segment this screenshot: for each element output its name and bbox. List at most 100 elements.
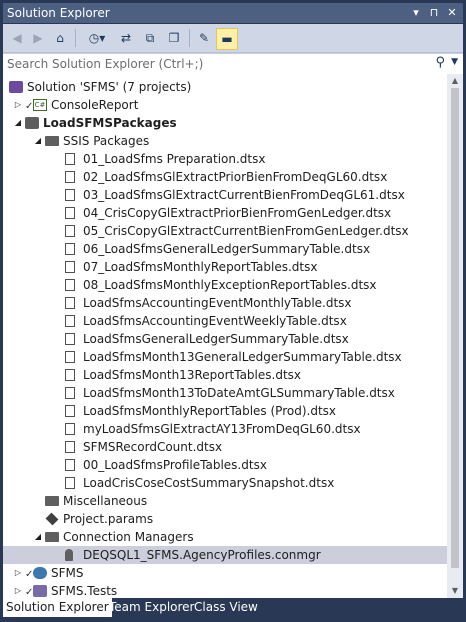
tree-item[interactable]: LoadSfmsMonthlyReportTables (Prod).dtsx <box>3 402 447 420</box>
folder-icon <box>45 136 59 146</box>
tree-item[interactable]: 05_CrisCopyGlExtractCurrentBienFromGenLe… <box>3 222 447 240</box>
tree-item-label: 03_LoadSfmsGlExtractCurrentBienFromDeqGL… <box>83 188 405 202</box>
package-file-icon <box>65 459 75 471</box>
tree-item[interactable]: Project.params <box>3 510 447 528</box>
search-bar[interactable]: Search Solution Explorer (Ctrl+;) ⚲ ▼ <box>3 53 463 75</box>
tree-item[interactable]: ▷ ✓ SFMS <box>3 564 447 582</box>
tree-item-label: 04_CrisCopyGlExtractPriorBienFromGenLedg… <box>83 206 392 220</box>
connection-icon <box>65 549 73 561</box>
tree-item[interactable]: LoadCrisCoseCostSummarySnapshot.dtsx <box>3 474 447 492</box>
collapsed-arrow-icon[interactable]: ▷ <box>13 564 23 582</box>
properties-icon[interactable]: ✎ <box>195 28 213 48</box>
package-file-icon <box>65 279 75 291</box>
expanded-arrow-icon[interactable]: ◢ <box>13 114 23 132</box>
tree-item[interactable]: LoadSfmsGeneralLedgerSummaryTable.dtsx <box>3 330 447 348</box>
tree-item[interactable]: 04_CrisCopyGlExtractPriorBienFromGenLedg… <box>3 204 447 222</box>
search-input[interactable]: Search Solution Explorer (Ctrl+;) <box>7 57 203 71</box>
tree-item-label: LoadSfmsMonth13ToDateAmtGLSummaryTable.d… <box>83 386 395 400</box>
tree-item-label: Connection Managers <box>63 530 194 544</box>
package-file-icon <box>65 243 75 255</box>
sync-icon[interactable]: ⇄ <box>117 28 135 48</box>
package-file-icon <box>65 351 75 363</box>
tree-item[interactable]: myLoadSfmsGlExtractAY13FromDeqGL60.dtsx <box>3 420 447 438</box>
tool-window-tabs: Solution Explorer Team Explorer Class Vi… <box>3 598 463 619</box>
ssis-project-icon <box>25 117 39 129</box>
tree-item[interactable]: 07_LoadSfmsMonthlyReportTables.dtsx <box>3 258 447 276</box>
tree-item[interactable]: LoadSfmsAccountingEventMonthlyTable.dtsx <box>3 294 447 312</box>
tree-item-label: 07_LoadSfmsMonthlyReportTables.dtsx <box>83 260 318 274</box>
forward-icon[interactable]: ▶ <box>30 28 46 48</box>
package-file-icon <box>65 315 75 327</box>
toolbar: ◀ ▶ ⌂ ◷▾ ⇄ ⧉ ❐ ✎ ▬ <box>3 24 463 53</box>
package-file-icon <box>65 207 75 219</box>
tree-item[interactable]: Solution 'SFMS' (7 projects) <box>3 78 447 96</box>
tree-item[interactable]: ▷ ✓ SFMS.Tests <box>3 582 447 598</box>
tree-item[interactable]: DEQSQL1_SFMS.AgencyProfiles.conmgr <box>3 546 447 564</box>
tree-item[interactable]: ◢ LoadSFMSPackages <box>3 114 447 132</box>
tree-item-label: LoadSfmsAccountingEventWeeklyTable.dtsx <box>83 314 347 328</box>
expanded-arrow-icon[interactable]: ◢ <box>33 528 43 546</box>
tree-item[interactable]: 00_LoadSfmsProfileTables.dtsx <box>3 456 447 474</box>
collapse-all-icon[interactable]: ⧉ <box>141 28 159 48</box>
tree-item-label: 05_CrisCopyGlExtractCurrentBienFromGenLe… <box>83 224 409 238</box>
search-options-dropdown-icon[interactable]: ▼ <box>451 57 458 67</box>
dropdown-icon[interactable]: ▾ <box>409 5 423 20</box>
tree-item[interactable]: 01_LoadSfms Preparation.dtsx <box>3 150 447 168</box>
package-file-icon <box>65 477 75 489</box>
tab-class-view[interactable]: Class View <box>191 598 261 617</box>
tree-item-label: SFMSRecordCount.dtsx <box>83 440 223 454</box>
show-all-files-icon[interactable]: ❐ <box>165 28 183 48</box>
tree-item[interactable]: Miscellaneous <box>3 492 447 510</box>
close-icon[interactable]: ✕ <box>445 5 459 20</box>
package-file-icon <box>65 369 75 381</box>
back-icon[interactable]: ◀ <box>9 28 25 48</box>
home-icon[interactable]: ⌂ <box>51 28 69 48</box>
solution-explorer-window: Solution Explorer ▾ ⊓ ✕ ◀ ▶ ⌂ ◷▾ ⇄ ⧉ ❐ ✎… <box>0 0 466 622</box>
package-file-icon <box>65 441 75 453</box>
tree-item[interactable]: LoadSfmsMonth13ReportTables.dtsx <box>3 366 447 384</box>
tab-solution-explorer[interactable]: Solution Explorer <box>3 598 112 617</box>
scrollbar-thumb[interactable] <box>451 88 459 568</box>
package-file-icon <box>65 225 75 237</box>
tree-item[interactable]: 03_LoadSfmsGlExtractCurrentBienFromDeqGL… <box>3 186 447 204</box>
package-file-icon <box>65 387 75 399</box>
package-file-icon <box>65 423 75 435</box>
package-file-icon <box>65 405 75 417</box>
tree-item[interactable]: 08_LoadSfmsMonthlyExceptionReportTables.… <box>3 276 447 294</box>
tree-item[interactable]: SFMSRecordCount.dtsx <box>3 438 447 456</box>
folder-icon <box>45 496 59 506</box>
toolbar-separator <box>189 29 190 47</box>
tree-item[interactable]: 02_LoadSfmsGlExtractPriorBienFromDeqGL60… <box>3 168 447 186</box>
search-icon[interactable]: ⚲ <box>435 55 445 70</box>
preview-selected-icon[interactable]: ▬ <box>216 28 238 50</box>
tree-item[interactable]: LoadSfmsAccountingEventWeeklyTable.dtsx <box>3 312 447 330</box>
scroll-down-icon[interactable]: ▼ <box>447 584 463 598</box>
tree-item-label: Solution 'SFMS' (7 projects) <box>27 80 192 94</box>
csharp-project-icon: C# <box>33 99 47 111</box>
web-project-icon <box>33 567 47 579</box>
solution-icon <box>9 81 23 93</box>
tree-item-label: 06_LoadSfmsGeneralLedgerSummaryTable.dts… <box>83 242 371 256</box>
tab-team-explorer[interactable]: Team Explorer <box>106 598 198 617</box>
tree-item[interactable]: ◢ Connection Managers <box>3 528 447 546</box>
pin-icon[interactable]: ⊓ <box>427 5 441 20</box>
tree-item-label: DEQSQL1_SFMS.AgencyProfiles.conmgr <box>83 548 321 562</box>
window-title: Solution Explorer <box>7 6 110 20</box>
tree-item[interactable]: LoadSfmsMonth13GeneralLedgerSummaryTable… <box>3 348 447 366</box>
tree-item-label: 01_LoadSfms Preparation.dtsx <box>83 152 266 166</box>
tree-item[interactable]: 06_LoadSfmsGeneralLedgerSummaryTable.dts… <box>3 240 447 258</box>
tree-item[interactable]: ▷ ✓ C# ConsoleReport <box>3 96 447 114</box>
collapsed-arrow-icon[interactable]: ▷ <box>13 582 23 598</box>
scroll-up-icon[interactable]: ▲ <box>447 74 463 88</box>
title-bar: Solution Explorer ▾ ⊓ ✕ <box>3 3 463 23</box>
tree-item[interactable]: LoadSfmsMonth13ToDateAmtGLSummaryTable.d… <box>3 384 447 402</box>
tree-item[interactable]: ◢ SSIS Packages <box>3 132 447 150</box>
package-file-icon <box>65 189 75 201</box>
pending-changes-filter-icon[interactable]: ◷▾ <box>83 28 111 48</box>
tree-item-label: LoadCrisCoseCostSummarySnapshot.dtsx <box>83 476 335 490</box>
expanded-arrow-icon[interactable]: ◢ <box>33 132 43 150</box>
tree-item-label: LoadSfmsMonth13GeneralLedgerSummaryTable… <box>83 350 402 364</box>
collapsed-arrow-icon[interactable]: ▷ <box>13 96 23 114</box>
vertical-scrollbar[interactable]: ▲ ▼ <box>447 74 463 598</box>
package-file-icon <box>65 261 75 273</box>
